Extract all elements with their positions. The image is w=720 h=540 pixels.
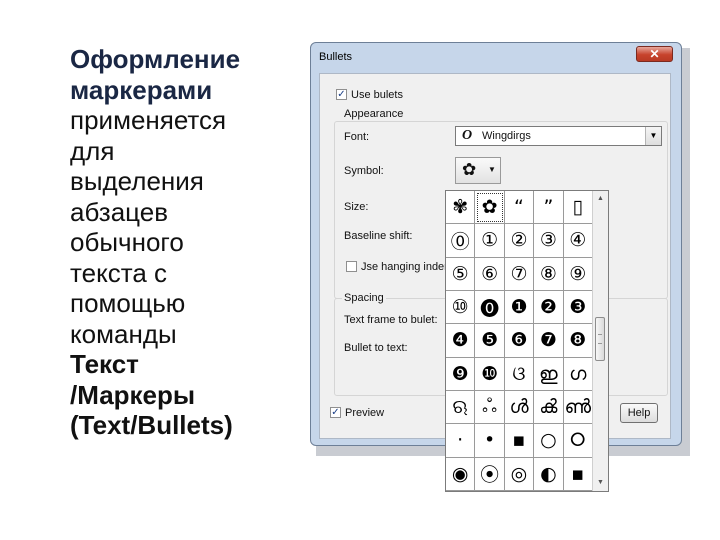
scrollbar-thumb[interactable] <box>595 317 605 361</box>
symbol-button[interactable]: ✿ ▼ <box>455 157 501 184</box>
use-bullets-checkbox[interactable]: ✓ <box>336 89 347 100</box>
slide-body-line: обычного <box>70 227 184 257</box>
font-type-icon: O <box>462 128 473 143</box>
symbol-label: Symbol: <box>344 165 384 177</box>
symbol-cell[interactable]: ⑩ <box>446 290 476 325</box>
symbol-cell[interactable]: ⓿ <box>475 290 505 325</box>
slide-text: Оформление маркерами применяется для выд… <box>70 44 305 441</box>
symbol-cell[interactable]: ❼ <box>534 324 564 358</box>
hanging-indent-checkbox[interactable] <box>346 261 357 272</box>
symbol-cell[interactable]: ❶ <box>504 290 535 325</box>
slide-command-line1: Текст <box>70 349 139 379</box>
symbol-cell[interactable]: ⦿ <box>475 457 505 491</box>
appearance-group-title: Appearance <box>342 108 406 120</box>
symbol-cell[interactable]: ▪ <box>563 457 593 491</box>
size-label: Size: <box>344 201 369 213</box>
font-select-value: Wingdirgs <box>482 130 531 142</box>
slide-body-line: применяется <box>70 105 227 135</box>
help-button[interactable]: Help <box>620 403 658 423</box>
flower-bullet-icon: ✿ <box>462 160 477 179</box>
symbol-cell[interactable]: ③ <box>534 224 564 258</box>
dialog-title: Bullets <box>319 51 353 63</box>
picker-scrollbar[interactable]: ▲ ▼ <box>592 191 608 491</box>
slide-command-line3: (Text/Bullets) <box>70 410 233 440</box>
symbol-cell[interactable]: ④ <box>563 224 593 258</box>
symbol-cell[interactable]: ❻ <box>504 324 535 358</box>
scroll-up-icon[interactable]: ▲ <box>593 191 608 207</box>
symbol-cell[interactable]: ▯ <box>563 191 593 225</box>
symbol-cell[interactable]: ⑧ <box>534 257 564 291</box>
dialog-titlebar[interactable]: Bullets ✕ <box>311 43 681 67</box>
slide-body-line: выделения <box>70 166 204 196</box>
slide-title-line1: Оформление <box>70 44 241 74</box>
chevron-down-icon[interactable]: ▼ <box>645 127 661 145</box>
symbol-cell[interactable]: ⓪ <box>446 224 476 258</box>
close-button[interactable]: ✕ <box>636 46 673 62</box>
symbol-cell[interactable]: ✿ <box>475 191 505 225</box>
symbol-cell[interactable]: ” <box>534 191 564 225</box>
symbol-cell[interactable]: ഇ <box>534 357 564 391</box>
slide-body-line: абзацев <box>70 196 169 227</box>
symbol-cell[interactable]: ൿ <box>534 390 564 425</box>
symbol-cell[interactable]: ◎ <box>504 457 535 491</box>
symbol-cell[interactable]: ⑥ <box>475 257 505 291</box>
symbol-cell[interactable]: ① <box>475 224 505 258</box>
hanging-indent-label: Jse hanging indent <box>361 261 454 273</box>
symbol-cell[interactable]: ⑦ <box>504 257 535 291</box>
use-bullets-label: Use bulets <box>351 89 403 101</box>
slide-title-line2: маркерами <box>70 74 213 105</box>
preview-label: Preview <box>345 407 385 419</box>
symbol-cell[interactable]: ⑨ <box>563 257 593 291</box>
spacing-group-title: Spacing <box>342 292 386 304</box>
symbol-cell[interactable]: ❷ <box>534 290 564 325</box>
symbol-cell[interactable]: ⭘ <box>563 424 593 458</box>
slide-body-line: команды <box>70 318 177 349</box>
symbol-cell[interactable]: “ <box>504 191 535 225</box>
symbol-cell[interactable]: ⑤ <box>446 257 476 291</box>
slide-body-line: текста с <box>70 257 168 288</box>
symbol-picker: ✾ ✿ “” ▯ ⓪ ① ② ③ ④ ⑤ ⑥ ⑦ ⑧ ⑨ ⑩ ⓿ ❶ ❷ ❸ ❹ ❺ ❻ ❼ ❽ ❾ ❿ ଓ ഇ ഗ ଋ ஃ ൾ ൿ ൺ · • ▪ ○ ⭘… <box>445 190 609 492</box>
symbol-cell[interactable]: ◐ <box>534 457 564 491</box>
font-select[interactable]: O Wingdirgs ▼ <box>455 126 662 146</box>
preview-checkbox[interactable]: ✓ <box>330 407 341 418</box>
symbol-cell[interactable]: ❾ <box>446 357 476 391</box>
symbol-cell[interactable]: ○ <box>534 424 564 458</box>
scroll-down-icon[interactable]: ▼ <box>593 475 608 491</box>
symbol-grid: ✾ ✿ “” ▯ ⓪ ① ② ③ ④ ⑤ ⑥ ⑦ ⑧ ⑨ ⑩ ⓿ ❶ ❷ ❸ ❹ ❺ ❻ ❼ ❽ ❾ ❿ ଓ ഇ ഗ ଋ ஃ ൾ ൿ ൺ · • ▪ ○ ⭘… <box>446 191 593 491</box>
slide-body-line: помощью <box>70 288 186 318</box>
close-icon: ✕ <box>649 47 660 61</box>
symbol-cell[interactable]: ❽ <box>563 324 593 358</box>
slide-body-line: для <box>70 135 115 166</box>
baseline-shift-label: Baseline shift: <box>344 230 413 242</box>
symbol-cell[interactable]: ❺ <box>475 324 505 358</box>
text-frame-label: Text frame to bulet: <box>344 314 438 326</box>
symbol-cell[interactable]: ◉ <box>446 457 476 491</box>
symbol-cell[interactable]: ഗ <box>563 357 593 391</box>
symbol-cell[interactable]: ଋ <box>446 390 476 425</box>
symbol-cell[interactable]: • <box>475 424 505 458</box>
symbol-cell[interactable]: ❹ <box>446 324 476 358</box>
symbol-cell[interactable]: ▪ <box>504 424 535 458</box>
symbol-cell[interactable]: ✾ <box>446 191 476 225</box>
symbol-cell[interactable]: ❿ <box>475 357 505 391</box>
symbol-cell[interactable]: ஃ <box>475 390 505 425</box>
symbol-cell[interactable]: ଓ <box>504 357 535 391</box>
symbol-cell[interactable]: · <box>446 424 476 458</box>
symbol-cell[interactable]: ൾ <box>504 390 535 425</box>
bullet-to-text-label: Bullet to text: <box>344 342 408 354</box>
symbol-cell[interactable]: ൺ <box>563 390 593 425</box>
symbol-cell[interactable]: ❸ <box>563 290 593 325</box>
slide-command-line2: /Маркеры <box>70 379 196 410</box>
font-label: Font: <box>344 131 370 143</box>
symbol-cell[interactable]: ② <box>504 224 535 258</box>
chevron-down-icon: ▼ <box>488 165 496 174</box>
